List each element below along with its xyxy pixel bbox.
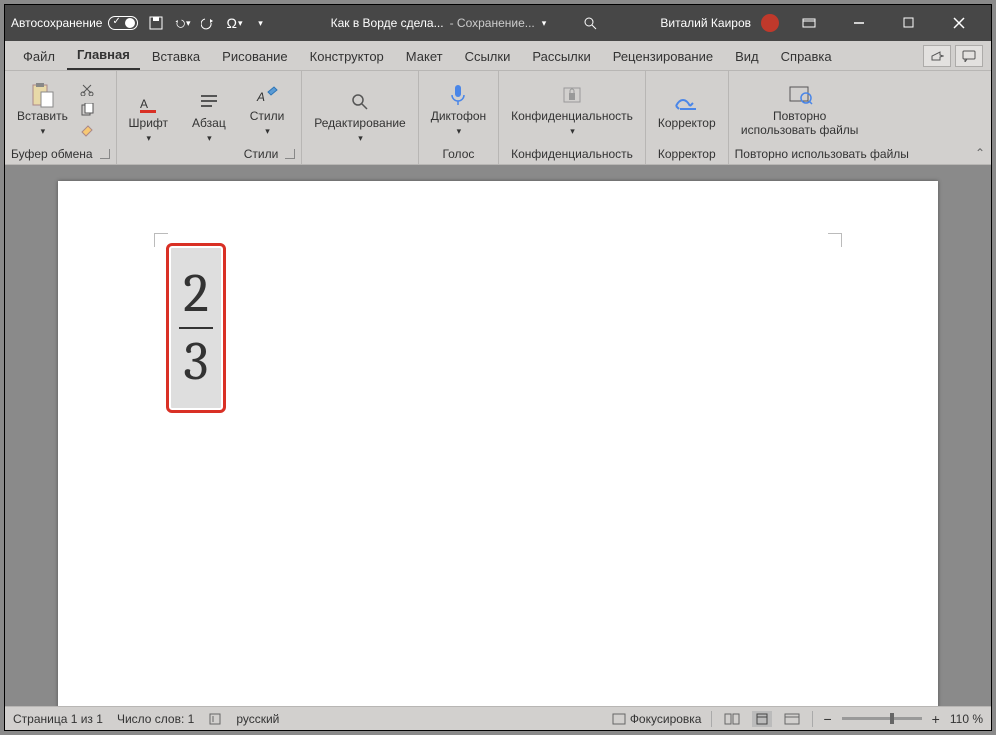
paste-button[interactable]: Вставить▾ [11,76,74,144]
titlebar: Автосохранение ✓ ▾ Ω▾ ▾ Как в Ворде сдел… [5,5,991,41]
ribbon: Вставить▾ Буфер обмена A Шрифт▾ [5,71,991,165]
group-editing: Редактирование▾ [302,71,418,164]
cut-icon[interactable] [78,80,96,98]
read-mode-icon[interactable] [722,711,742,727]
share-button[interactable] [923,45,951,67]
editor-button[interactable]: Корректор [652,76,722,144]
page-indicator[interactable]: Страница 1 из 1 [13,712,103,726]
reuse-icon [787,82,813,108]
paragraph-button[interactable]: Абзац▾ [186,83,232,151]
autosave-label: Автосохранение [11,16,102,30]
fraction-numerator[interactable]: 2 [183,261,209,327]
styles-icon: A [254,82,280,108]
tab-help[interactable]: Справка [771,43,842,70]
svg-text:A: A [256,90,265,104]
ribbon-display-icon[interactable] [789,9,829,37]
language-indicator[interactable]: русский [236,712,279,726]
dictate-button[interactable]: Диктофон▾ [425,76,492,144]
tab-draw[interactable]: Рисование [212,43,297,70]
user-name: Виталий Каиров [660,16,751,30]
tab-review[interactable]: Рецензирование [603,43,723,70]
reuse-files-button[interactable]: Повторно использовать файлы [735,76,865,144]
group-clipboard: Вставить▾ Буфер обмена [5,71,117,164]
web-layout-icon[interactable] [782,711,802,727]
group-font: A Шрифт▾ [117,71,180,164]
zoom-level[interactable]: 110 % [950,712,983,726]
group-reuse: Повторно использовать файлы Повторно исп… [729,71,915,164]
titlebar-right: Виталий Каиров [660,9,979,37]
editing-button[interactable]: Редактирование▾ [308,83,411,151]
maximize-icon[interactable] [889,9,929,37]
tab-home[interactable]: Главная [67,41,140,70]
word-count[interactable]: Число слов: 1 [117,712,194,726]
svg-text:A: A [140,97,148,111]
group-styles: A Стили▾ Стили [238,71,303,164]
tab-insert[interactable]: Вставка [142,43,210,70]
group-paragraph: Абзац▾ [180,71,238,164]
tab-file[interactable]: Файл [13,43,65,70]
focus-mode[interactable]: Фокусировка [612,712,702,726]
group-editor: Корректор Корректор [646,71,729,164]
comments-button[interactable] [955,45,983,67]
redo-icon[interactable] [200,15,216,31]
close-icon[interactable] [939,9,979,37]
lock-icon [559,82,585,108]
paste-icon [29,82,55,108]
editor-icon [674,89,700,115]
sensitivity-button[interactable]: Конфиденциальность▾ [505,76,639,144]
quick-access-toolbar: ▾ Ω▾ ▾ [148,15,268,31]
app-window: Автосохранение ✓ ▾ Ω▾ ▾ Как в Ворде сдел… [4,4,992,731]
group-confidentiality: Конфиденциальность▾ Конфиденциальность [499,71,646,164]
save-icon[interactable] [148,15,164,31]
toggle-icon[interactable]: ✓ [108,16,138,30]
search-icon [347,89,373,115]
document-title: Как в Ворде сдела... - Сохранение... ▾ [268,15,660,31]
paragraph-icon [196,89,222,115]
format-painter-icon[interactable] [78,122,96,140]
microphone-icon [445,82,471,108]
qat-dropdown-icon[interactable]: ▾ [252,15,268,31]
equation-object[interactable]: 2 3 [166,243,226,413]
zoom-out-icon[interactable]: − [823,711,831,727]
tab-design[interactable]: Конструктор [300,43,394,70]
font-icon: A [135,89,161,115]
autosave-toggle[interactable]: Автосохранение ✓ [11,16,138,30]
zoom-in-icon[interactable]: + [932,711,940,727]
document-canvas[interactable]: 2 3 [5,165,991,706]
fraction-denominator[interactable]: 3 [184,329,209,395]
avatar[interactable] [761,14,779,32]
tab-references[interactable]: Ссылки [455,43,521,70]
margin-corner [828,233,842,247]
launcher-icon[interactable] [100,149,110,159]
ribbon-tabs: Файл Главная Вставка Рисование Конструкт… [5,41,991,71]
font-button[interactable]: A Шрифт▾ [123,83,174,151]
tab-layout[interactable]: Макет [396,43,453,70]
tab-mailings[interactable]: Рассылки [522,43,600,70]
copy-icon[interactable] [78,101,96,119]
collapse-ribbon-icon[interactable]: ⌃ [975,146,985,160]
group-voice: Диктофон▾ Голос [419,71,499,164]
statusbar: Страница 1 из 1 Число слов: 1 русский Фо… [5,706,991,730]
page[interactable]: 2 3 [58,181,938,706]
minimize-icon[interactable] [839,9,879,37]
proofing-icon[interactable] [208,712,222,726]
launcher-icon[interactable] [285,149,295,159]
styles-button[interactable]: A Стили▾ [244,76,291,144]
zoom-slider[interactable] [842,717,922,720]
omega-icon[interactable]: Ω▾ [226,15,242,31]
print-layout-icon[interactable] [752,711,772,727]
undo-icon[interactable]: ▾ [174,15,190,31]
search-icon[interactable] [582,15,598,31]
tab-view[interactable]: Вид [725,43,769,70]
